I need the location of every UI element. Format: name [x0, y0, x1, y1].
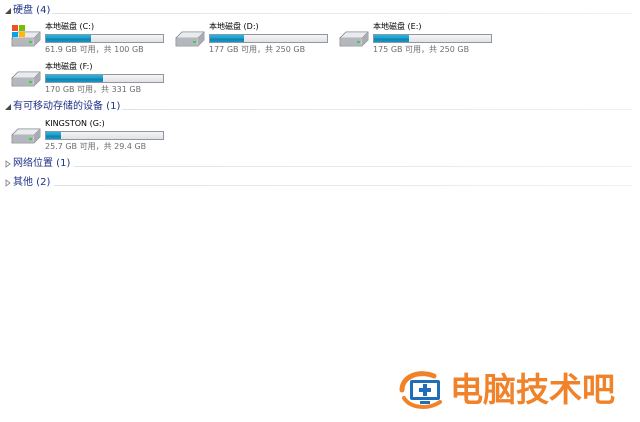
drive-usage-fill: [46, 132, 61, 139]
drive-usage-fill: [46, 35, 91, 42]
drive-usage-bar: [45, 131, 164, 140]
usb-drive-icon: [9, 121, 43, 149]
watermark: 电脑技术吧: [398, 366, 634, 414]
monitor-plus-logo: [398, 368, 448, 416]
drive-item-c[interactable]: 本地磁盘 (C:) 61.9 GB 可用，共 100 GB: [9, 22, 169, 56]
group-header-hard-disks[interactable]: 硬盘 (4): [0, 4, 636, 20]
collapse-arrow-icon[interactable]: [3, 102, 12, 111]
group-header-network[interactable]: 网络位置 (1): [0, 157, 636, 173]
drive-space-info: 61.9 GB 可用，共 100 GB: [45, 45, 144, 54]
drive-name: 本地磁盘 (E:): [373, 22, 422, 31]
drive-usage-bar: [45, 74, 164, 83]
drive-space-info: 175 GB 可用，共 250 GB: [373, 45, 470, 54]
group-header-other[interactable]: 其他 (2): [0, 176, 636, 192]
drive-item-g[interactable]: KINGSTON (G:) 25.7 GB 可用，共 29.4 GB: [9, 119, 169, 153]
group-title: 其他 (2): [13, 177, 51, 188]
drive-name: 本地磁盘 (C:): [45, 22, 95, 31]
hard-drive-icon: [9, 64, 43, 92]
expand-arrow-icon[interactable]: [3, 178, 12, 187]
drive-name: 本地磁盘 (D:): [209, 22, 259, 31]
drive-item-e[interactable]: 本地磁盘 (E:) 175 GB 可用，共 250 GB: [337, 22, 497, 56]
drive-space-info: 170 GB 可用，共 331 GB: [45, 85, 142, 94]
group-header-removable[interactable]: 有可移动存储的设备 (1): [0, 100, 636, 116]
group-divider: [74, 166, 632, 167]
drive-item-d[interactable]: 本地磁盘 (D:) 177 GB 可用，共 250 GB: [173, 22, 333, 56]
drive-item-f[interactable]: 本地磁盘 (F:) 170 GB 可用，共 331 GB: [9, 62, 169, 96]
collapse-arrow-icon[interactable]: [3, 6, 12, 15]
drive-space-info: 177 GB 可用，共 250 GB: [209, 45, 306, 54]
group-divider: [54, 185, 632, 186]
hard-drive-icon: [337, 24, 371, 52]
drive-usage-bar: [45, 34, 164, 43]
expand-arrow-icon[interactable]: [3, 159, 12, 168]
group-divider: [122, 109, 632, 110]
drive-usage-fill: [46, 75, 103, 82]
drive-name: 本地磁盘 (F:): [45, 62, 93, 71]
drive-usage-fill: [374, 35, 410, 42]
drive-usage-bar: [209, 34, 328, 43]
group-title: 硬盘 (4): [13, 5, 51, 16]
watermark-text: 电脑技术吧: [450, 370, 615, 409]
group-divider: [52, 13, 632, 14]
group-title: 有可移动存储的设备 (1): [13, 101, 121, 112]
hard-drive-icon: [173, 24, 207, 52]
drive-usage-bar: [373, 34, 492, 43]
drive-usage-fill: [210, 35, 245, 42]
system-drive-icon: [9, 24, 43, 52]
drive-name: KINGSTON (G:): [45, 119, 105, 128]
drive-space-info: 25.7 GB 可用，共 29.4 GB: [45, 142, 147, 151]
group-title: 网络位置 (1): [13, 158, 71, 169]
